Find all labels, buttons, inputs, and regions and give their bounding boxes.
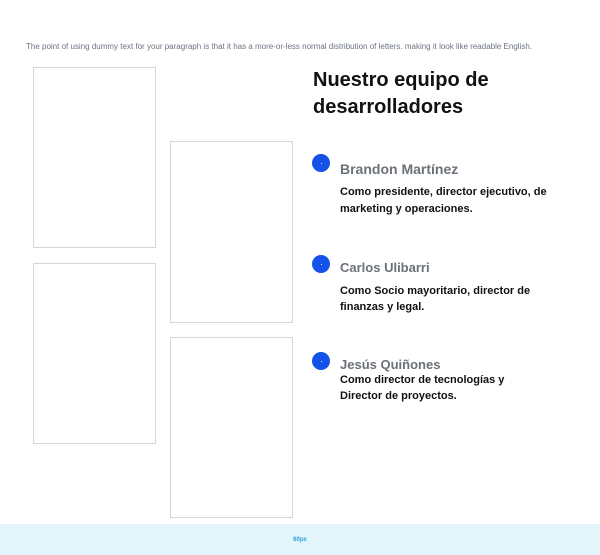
team-photo-placeholder [33, 67, 156, 248]
bullet-dot-icon [312, 352, 330, 370]
team-photo-placeholder [170, 337, 293, 518]
member-name: Jesús Quiñones [340, 357, 441, 372]
bullet-dot-icon [312, 255, 330, 273]
member-name: Carlos Ulibarri [340, 260, 430, 275]
team-photo-placeholder [33, 263, 156, 444]
intro-paragraph: The point of using dummy text for your p… [26, 42, 533, 51]
footer-spacer: 60px [0, 524, 600, 555]
member-role: Como presidente, director ejecutivo, de … [340, 186, 547, 215]
team-photo-placeholder [170, 141, 293, 323]
footer-spacer-label: 60px [293, 536, 307, 543]
member-role: Como director de tecnologías y Director … [340, 374, 505, 402]
member-role: Como Socio mayoritario, director de fina… [340, 285, 531, 313]
member-name: Brandon Martínez [340, 161, 459, 177]
team-section-title: Nuestro equipo de desarrolladores [313, 69, 489, 118]
bullet-dot-icon [312, 154, 330, 172]
